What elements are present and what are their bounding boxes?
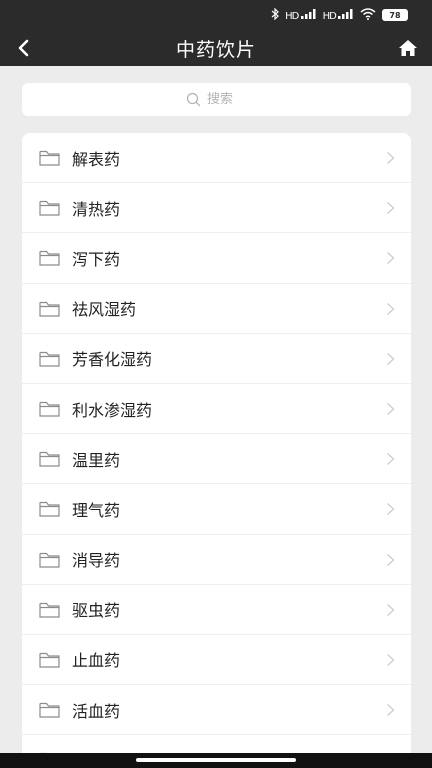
- chevron-right-icon: [387, 202, 395, 215]
- list-item-label: 解表药: [72, 149, 121, 169]
- search-input[interactable]: [207, 92, 247, 107]
- list-item-label: 理气药: [72, 500, 121, 520]
- folder-icon: [39, 301, 60, 317]
- folder-icon: [39, 502, 60, 517]
- list-item-label: 祛风湿药: [72, 300, 137, 320]
- signal-label: HD: [322, 10, 337, 22]
- folder-icon: [39, 652, 60, 668]
- list-item[interactable]: 消导药: [22, 535, 411, 585]
- folder-icon: [39, 401, 60, 417]
- chevron-right-icon: [387, 503, 395, 516]
- list-item[interactable]: 止血药: [22, 635, 411, 686]
- folder-icon: [39, 351, 60, 367]
- list-item[interactable]: 活血药: [22, 685, 411, 736]
- home-indicator[interactable]: [136, 758, 296, 762]
- folder-icon: [39, 602, 60, 618]
- list-item[interactable]: 解表药: [22, 133, 411, 184]
- cellular-signal-2: HD: [322, 8, 354, 22]
- folder-icon: [39, 702, 60, 718]
- list-item[interactable]: 清热药: [22, 183, 411, 234]
- header: HD HD 78 中药饮片: [0, 0, 432, 66]
- list-item-label: 驱虫药: [72, 601, 121, 621]
- folder-icon: [39, 201, 60, 216]
- chevron-left-icon: [18, 39, 29, 57]
- page-title: 中药饮片: [175, 38, 256, 61]
- chevron-right-icon: [387, 653, 395, 666]
- chevron-right-icon: [387, 603, 395, 616]
- chevron-right-icon: [387, 252, 395, 265]
- list-item[interactable]: 驱虫药: [22, 585, 411, 635]
- home-icon: [399, 40, 417, 56]
- list-item[interactable]: 泻下药: [22, 233, 411, 284]
- list-item-label: 消导药: [72, 551, 121, 571]
- list-item-label: 芳香化湿药: [72, 350, 153, 370]
- list-item[interactable]: 温里药: [22, 434, 411, 485]
- list-item-label: 利水渗湿药: [72, 400, 153, 420]
- list-item-label: 温里药: [72, 450, 121, 470]
- search-bar[interactable]: [22, 83, 411, 116]
- list-item-label: 止血药: [72, 651, 121, 671]
- home-button[interactable]: [396, 36, 420, 60]
- chevron-right-icon: [387, 453, 395, 466]
- list-item[interactable]: 利水渗湿药: [22, 384, 411, 435]
- folder-icon: [39, 552, 60, 568]
- list-item[interactable]: 理气药: [22, 484, 411, 535]
- status-bar: HD HD 78: [0, 0, 432, 30]
- list-item[interactable]: 祛风湿药: [22, 284, 411, 334]
- bluetooth-icon: [271, 7, 280, 23]
- category-list: 解表药 清热药 泻下药 祛风湿药 芳香化湿药 利水渗湿药 温里药 理气药 消导药: [22, 133, 411, 768]
- chevron-right-icon: [387, 352, 395, 365]
- chevron-right-icon: [387, 151, 395, 165]
- wifi-icon: [360, 7, 376, 23]
- back-button[interactable]: [12, 36, 36, 60]
- chevron-right-icon: [387, 553, 395, 566]
- chevron-right-icon: [387, 302, 395, 315]
- gesture-bar: [0, 753, 432, 768]
- cellular-signal-1: HD: [285, 8, 316, 22]
- chevron-right-icon: [387, 402, 395, 415]
- folder-icon: [39, 452, 60, 467]
- signal-label: HD: [285, 10, 299, 22]
- list-item-label: 活血药: [72, 701, 121, 721]
- search-icon: [186, 92, 201, 107]
- list-item-label: 清热药: [72, 199, 121, 219]
- chevron-right-icon: [387, 704, 395, 717]
- list-item-label: 泻下药: [72, 249, 121, 269]
- folder-icon: [39, 251, 60, 266]
- battery-indicator: 78: [382, 9, 408, 21]
- nav-bar: 中药饮片: [0, 30, 432, 66]
- folder-icon: [39, 150, 60, 166]
- list-item[interactable]: 芳香化湿药: [22, 334, 411, 384]
